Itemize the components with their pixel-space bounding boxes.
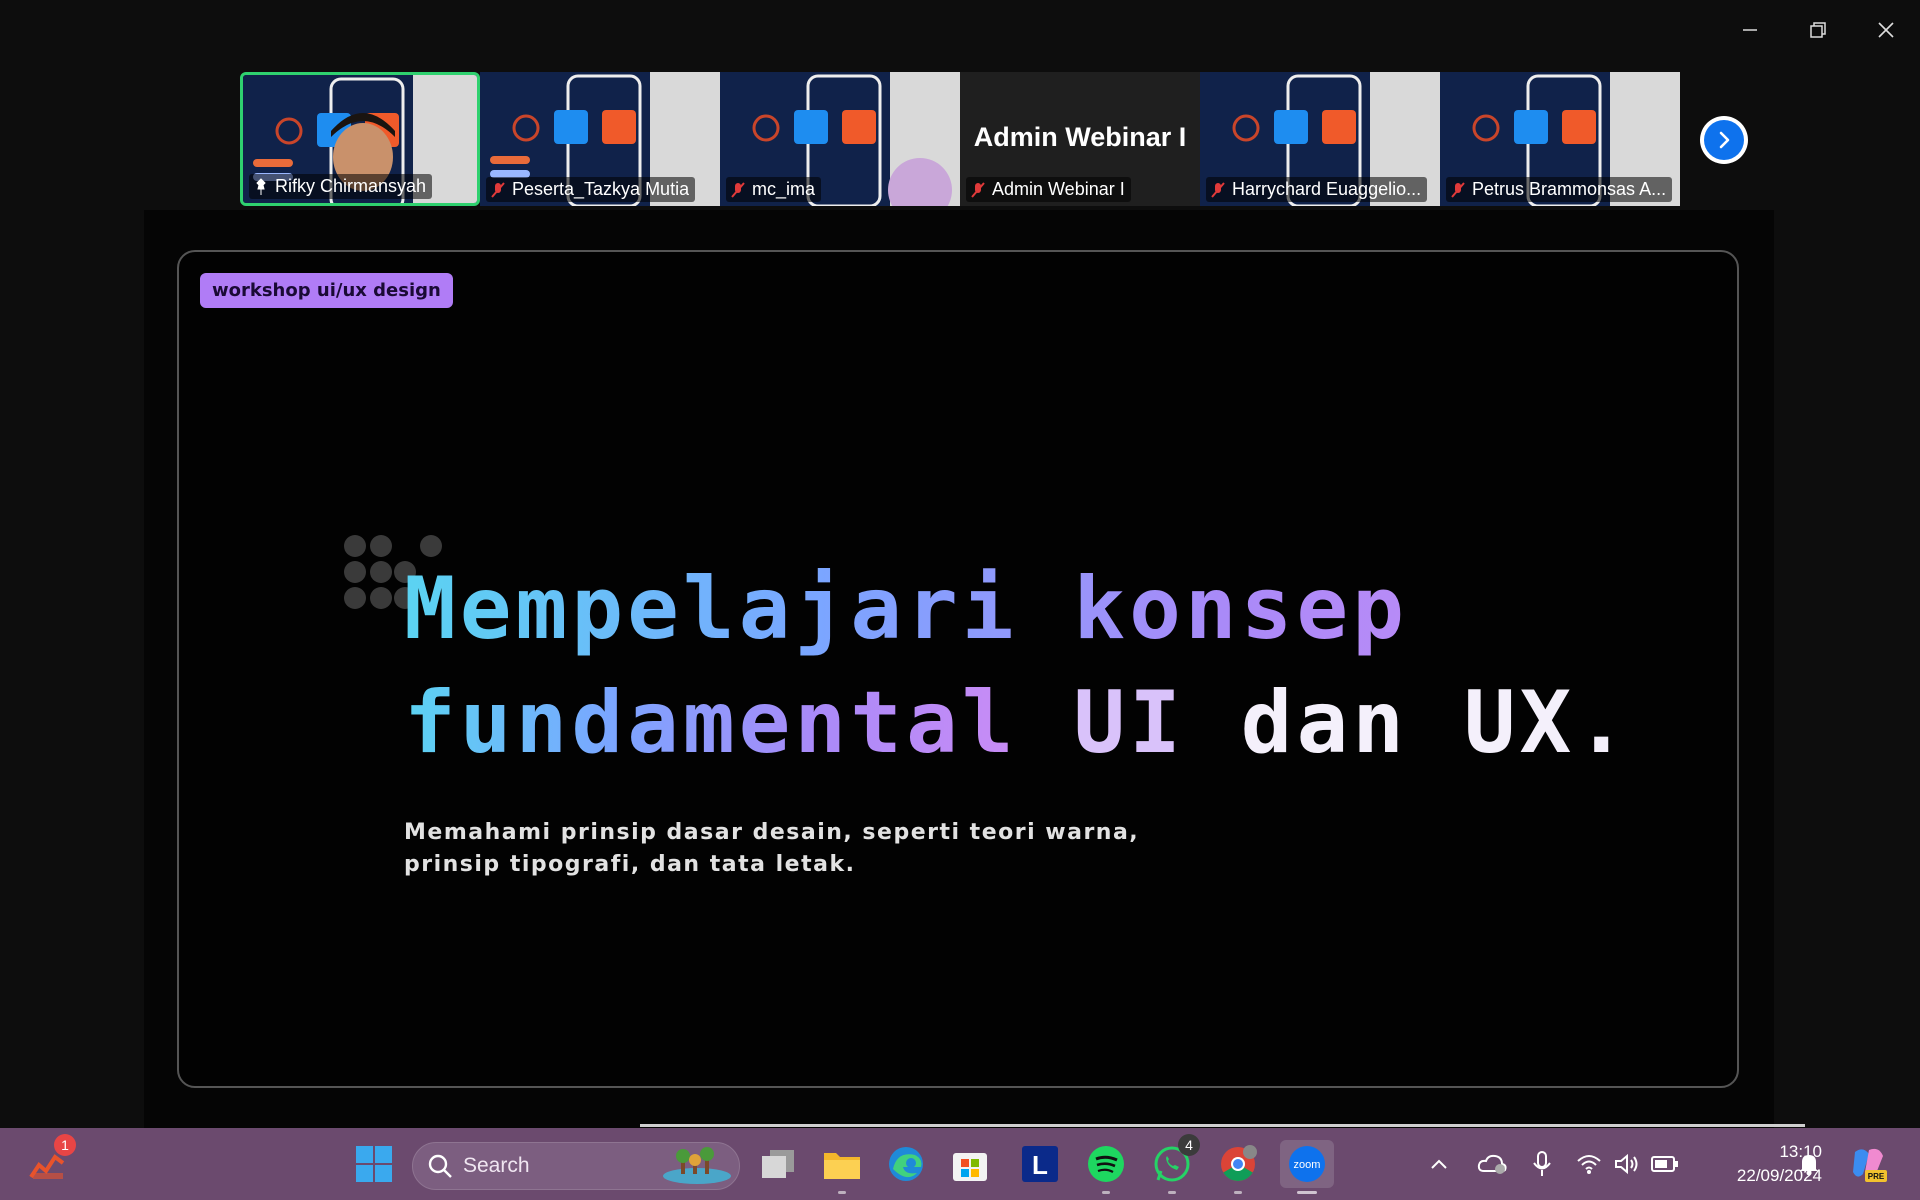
headline-word-ui: UI xyxy=(1073,673,1185,773)
participant-name: Harrychard Euaggelio... xyxy=(1232,179,1422,199)
windows-start-icon xyxy=(356,1146,392,1182)
widgets-button[interactable]: 1 xyxy=(24,1134,76,1188)
mic-muted-icon xyxy=(1451,181,1465,198)
headline-line-2: fundamental UI dan UX. xyxy=(404,666,1631,780)
participant-strip: Rifky Chirmansyah Peserta_Tazkya Mutia m… xyxy=(240,72,1680,206)
participant-name: Admin Webinar I xyxy=(992,179,1125,199)
participant-label: Peserta_Tazkya Mutia xyxy=(486,177,696,202)
battery-button[interactable] xyxy=(1648,1140,1682,1188)
folder-icon xyxy=(824,1153,860,1179)
minimize-icon xyxy=(1743,29,1757,31)
store-icon xyxy=(953,1153,987,1181)
participant-label: Rifky Chirmansyah xyxy=(249,174,433,199)
zoom-icon: zoom xyxy=(1289,1146,1325,1182)
notification-badge: 1 xyxy=(54,1134,76,1156)
restore-icon xyxy=(1810,22,1826,38)
notifications-button[interactable] xyxy=(1794,1140,1824,1188)
headline-word-dan-ux: dan UX. xyxy=(1240,673,1632,773)
zoom-label: zoom xyxy=(1294,1159,1321,1171)
battery-icon xyxy=(1651,1156,1678,1172)
headline-line-1: Mempelajari konsep xyxy=(404,552,1631,666)
microsoft-store-button[interactable] xyxy=(946,1140,994,1188)
chevron-up-icon xyxy=(1431,1159,1447,1169)
microphone-button[interactable] xyxy=(1524,1140,1560,1188)
search-placeholder: Search xyxy=(463,1154,530,1177)
copilot-icon: PRE xyxy=(1853,1148,1887,1182)
participant-name: Peserta_Tazkya Mutia xyxy=(512,179,690,199)
zoom-button[interactable]: zoom xyxy=(1280,1140,1334,1194)
participant-tile[interactable]: Rifky Chirmansyah xyxy=(240,72,480,206)
spotify-button[interactable] xyxy=(1082,1140,1130,1194)
l-app-letter: L xyxy=(1032,1150,1048,1180)
participant-tile[interactable]: mc_ima xyxy=(720,72,960,206)
chrome-icon xyxy=(1221,1145,1257,1181)
cloud-icon xyxy=(1477,1154,1507,1174)
slide-headline: Mempelajari konsep fundamental UI dan UX… xyxy=(404,552,1631,780)
participant-tile[interactable]: Peserta_Tazkya Mutia xyxy=(480,72,720,206)
wifi-icon xyxy=(1577,1155,1601,1174)
chevron-right-icon xyxy=(1719,131,1730,149)
participant-display-name: Admin Webinar I xyxy=(973,122,1187,152)
slide-tag: workshop ui/ux design xyxy=(200,273,453,308)
participant-name: Rifky Chirmansyah xyxy=(275,176,427,196)
window-controls xyxy=(1716,0,1920,60)
presentation-slide: workshop ui/ux design Mempelajari konsep… xyxy=(177,250,1739,1088)
edge-browser-button[interactable] xyxy=(882,1140,930,1188)
slide-progress-line xyxy=(640,1124,1805,1127)
speaker-icon xyxy=(1615,1153,1638,1175)
mic-muted-icon xyxy=(971,181,985,198)
volume-button[interactable] xyxy=(1610,1140,1644,1188)
microphone-icon xyxy=(1533,1151,1551,1176)
task-view-button[interactable] xyxy=(754,1140,802,1188)
subtitle-line-1: Memahami prinsip dasar desain, seperti t… xyxy=(404,820,1140,845)
minimize-button[interactable] xyxy=(1716,0,1784,60)
whatsapp-badge: 4 xyxy=(1178,1134,1200,1156)
subtitle-line-2: prinsip tipografi, dan tata letak. xyxy=(404,852,856,877)
file-explorer-button[interactable] xyxy=(818,1140,866,1194)
edge-icon xyxy=(889,1147,923,1181)
restore-button[interactable] xyxy=(1784,0,1852,60)
participant-label: Harrychard Euaggelio... xyxy=(1206,177,1428,202)
windows-taskbar: 1 Search L 4 zoom 13:10 22/09/2024 PRE xyxy=(0,1128,1920,1200)
onedrive-button[interactable] xyxy=(1474,1140,1510,1188)
mic-muted-icon xyxy=(1211,181,1225,198)
l-app-icon: L xyxy=(1022,1146,1058,1182)
wifi-button[interactable] xyxy=(1572,1140,1606,1188)
whatsapp-button[interactable]: 4 xyxy=(1148,1134,1200,1194)
task-view-icon xyxy=(762,1150,794,1178)
participant-label: Admin Webinar I xyxy=(966,177,1131,202)
pin-icon xyxy=(256,177,266,195)
participant-name: mc_ima xyxy=(752,179,816,199)
l-app-button[interactable]: L xyxy=(1016,1140,1064,1188)
copilot-label: PRE xyxy=(1868,1172,1885,1181)
copilot-button[interactable]: PRE xyxy=(1846,1140,1892,1188)
search-highlight-icon xyxy=(663,1147,731,1184)
close-button[interactable] xyxy=(1852,0,1920,60)
participant-name: Petrus Brammonsas A... xyxy=(1472,179,1667,199)
participant-tile[interactable]: Petrus Brammonsas A... xyxy=(1440,72,1680,206)
headline-word-fundamental: fundamental xyxy=(404,673,1018,773)
chrome-button[interactable] xyxy=(1214,1140,1262,1194)
bell-icon xyxy=(1800,1155,1818,1176)
spotify-icon xyxy=(1088,1146,1124,1182)
show-hidden-icons-button[interactable] xyxy=(1424,1140,1454,1188)
participant-tile[interactable]: Admin Webinar I Admin Webinar I xyxy=(960,72,1200,206)
search-icon xyxy=(428,1154,452,1178)
mic-muted-icon xyxy=(491,181,505,198)
start-button[interactable] xyxy=(350,1140,398,1188)
taskbar-search[interactable]: Search xyxy=(412,1142,740,1190)
participant-label: mc_ima xyxy=(726,177,822,202)
close-icon xyxy=(1878,22,1894,38)
participant-tile[interactable]: Harrychard Euaggelio... xyxy=(1200,72,1440,206)
next-participants-button[interactable] xyxy=(1700,116,1748,164)
slide-subtitle: Memahami prinsip dasar desain, seperti t… xyxy=(404,817,1164,881)
mic-muted-icon xyxy=(731,181,745,198)
participant-label: Petrus Brammonsas A... xyxy=(1446,177,1673,202)
